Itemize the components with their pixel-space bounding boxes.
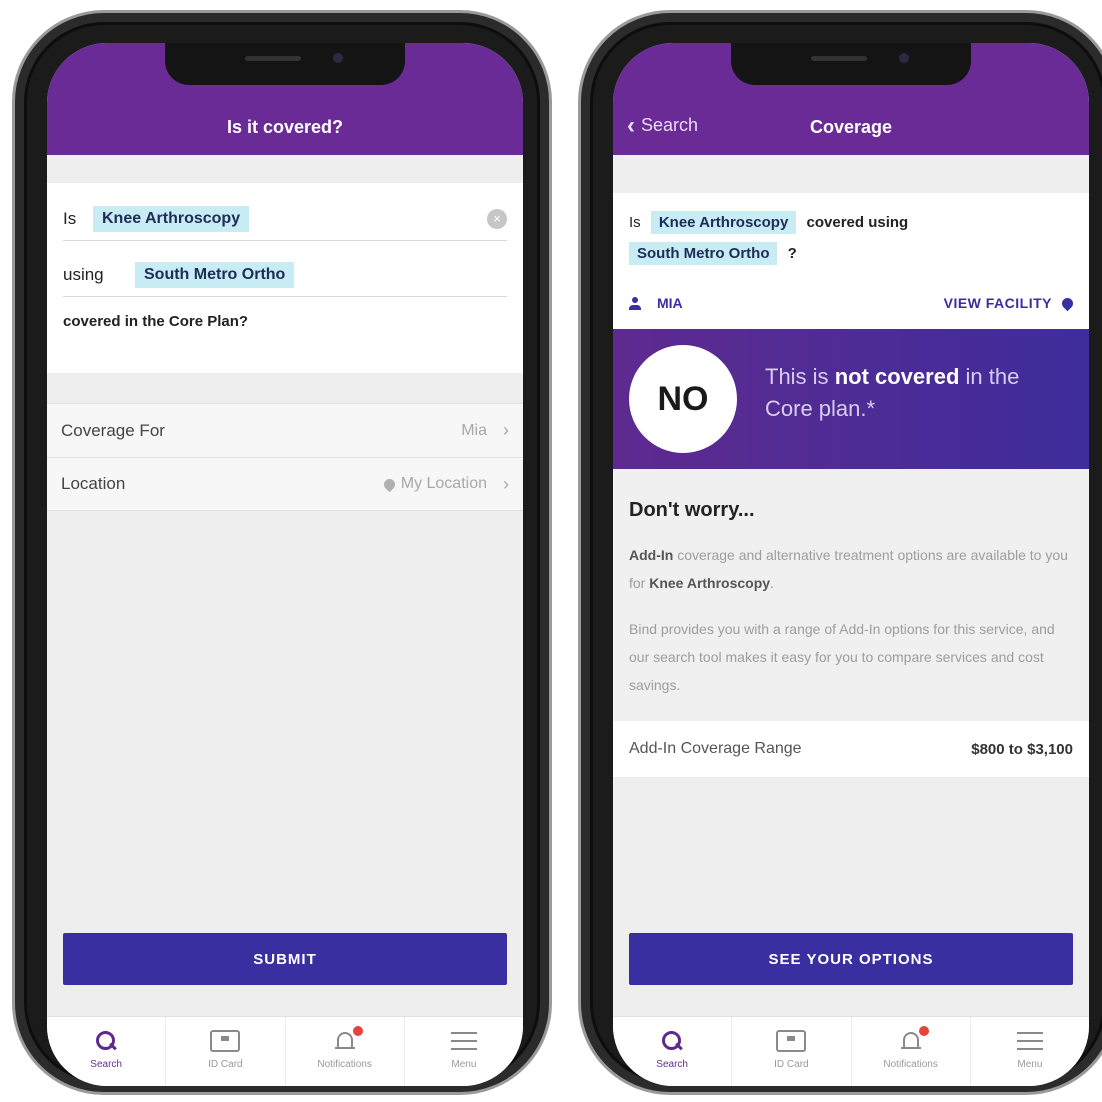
tab-search[interactable]: Search	[47, 1017, 167, 1086]
coverage-for-value-group: Mia ›	[461, 420, 509, 441]
notification-dot	[918, 1026, 929, 1036]
procedure-chip[interactable]: Knee Arthroscopy	[93, 205, 250, 232]
is-label: Is	[629, 214, 641, 231]
location-pin-icon	[381, 476, 398, 492]
see-your-options-button[interactable]: SEE YOUR OPTIONS	[629, 933, 1073, 985]
submit-button[interactable]: SUBMIT	[63, 933, 507, 985]
coverage-verdict-banner: NO This is not covered in the Core plan.…	[613, 329, 1089, 469]
person-icon	[629, 296, 641, 310]
procedure-chip: Knee Arthroscopy	[650, 211, 797, 234]
clear-icon[interactable]: ×	[487, 208, 507, 229]
tab-label: Notifications	[883, 1059, 938, 1070]
member-facility-row: MIA VIEW FACILITY	[629, 295, 1076, 311]
screen-coverage-result: ‹ Search Coverage Is Knee Arthroscopy co…	[613, 43, 1089, 1086]
camera-icon	[333, 53, 343, 63]
id-card-icon	[210, 1030, 241, 1052]
question-suffix: covered in the Core Plan?	[63, 313, 249, 330]
page-title: Coverage	[809, 117, 893, 137]
coverage-for-value: Mia	[461, 421, 487, 439]
search-icon	[96, 1031, 116, 1051]
procedure-field-row[interactable]: Is Knee Arthroscopy ×	[63, 197, 507, 241]
view-facility-link[interactable]: VIEW FACILITY	[943, 295, 1076, 311]
procedure-name: Knee Arthroscopy	[649, 575, 771, 591]
notification-dot	[352, 1026, 363, 1036]
menu-icon	[1016, 1032, 1043, 1050]
camera-icon	[899, 53, 909, 63]
provider-field-row[interactable]: using South Metro Ortho	[63, 253, 507, 297]
coverage-question-form: Is Knee Arthroscopy × using South Metro …	[47, 183, 523, 373]
phone-frame-right: ‹ Search Coverage Is Knee Arthroscopy co…	[578, 10, 1102, 1095]
alternatives-paragraph: Add-In coverage and alternative treatmen…	[629, 541, 1073, 597]
range-label: Add-In Coverage Range	[629, 740, 802, 757]
verdict-pre: This is	[765, 364, 835, 389]
location-value: My Location	[400, 475, 487, 492]
is-label: Is	[63, 208, 77, 228]
verdict-emphasis: not covered	[834, 364, 960, 389]
coverage-range-row: Add-In Coverage Range $800 to $3,100	[613, 721, 1089, 777]
id-card-icon	[776, 1030, 807, 1052]
coverage-for-label: Coverage For	[61, 420, 165, 440]
location-value-group: My Location ›	[381, 473, 509, 495]
tab-menu[interactable]: Menu	[971, 1017, 1089, 1086]
bottom-tab-bar: Search ID Card Notifications Menu	[47, 1016, 523, 1086]
screen-is-it-covered: Is it covered? Is Knee Arthroscopy × usi…	[47, 43, 523, 1086]
p1-end: .	[770, 575, 774, 591]
speaker-grille	[245, 56, 301, 61]
covered-using-text: covered using	[806, 214, 909, 231]
tab-id-card[interactable]: ID Card	[166, 1017, 286, 1086]
chevron-right-icon: ›	[503, 420, 509, 440]
chevron-right-icon: ›	[503, 473, 509, 494]
question-text: Is Knee Arthroscopy covered using South …	[629, 207, 1073, 269]
tab-notifications[interactable]: Notifications	[286, 1017, 405, 1086]
options-paragraph: Bind provides you with a range of Add-In…	[629, 621, 1055, 693]
tab-label: Search	[90, 1059, 122, 1070]
tab-notifications[interactable]: Notifications	[852, 1017, 971, 1086]
tab-search[interactable]: Search	[613, 1017, 733, 1086]
tab-label: ID Card	[208, 1059, 243, 1070]
add-in-term: Add-In	[629, 547, 674, 563]
tab-label: ID Card	[774, 1059, 809, 1070]
location-label: Location	[61, 474, 126, 493]
tab-label: Notifications	[317, 1059, 372, 1070]
phone-notch	[731, 43, 971, 85]
verdict-message: This is not covered in the Core plan.*	[765, 361, 1073, 425]
bottom-tab-bar: Search ID Card Notifications Menu	[613, 1016, 1089, 1086]
search-icon	[662, 1031, 682, 1051]
section-heading: Don't worry...	[629, 499, 755, 521]
tab-label: Menu	[1017, 1059, 1043, 1070]
alternatives-section: Don't worry... Add-In coverage and alter…	[613, 469, 1089, 721]
coverage-for-row[interactable]: Coverage For Mia ›	[47, 403, 523, 457]
tab-label: Search	[656, 1059, 688, 1070]
view-facility-label: VIEW FACILITY	[943, 295, 1052, 311]
coverage-question-summary: Is Knee Arthroscopy covered using South …	[613, 193, 1089, 329]
tab-id-card[interactable]: ID Card	[732, 1017, 852, 1086]
provider-chip: South Metro Ortho	[629, 242, 778, 265]
member-name[interactable]: MIA	[657, 295, 683, 311]
phone-notch	[165, 43, 405, 85]
bell-icon	[900, 1026, 929, 1052]
speaker-grille	[811, 56, 867, 61]
tab-menu[interactable]: Menu	[405, 1017, 523, 1086]
bell-icon	[334, 1026, 363, 1052]
location-row[interactable]: Location My Location ›	[47, 457, 523, 511]
range-value: $800 to $3,100	[971, 740, 1073, 758]
tab-label: Menu	[451, 1059, 477, 1070]
phone-frame-left: Is it covered? Is Knee Arthroscopy × usi…	[12, 10, 552, 1095]
verdict-badge: NO	[629, 345, 737, 453]
provider-chip[interactable]: South Metro Ortho	[135, 261, 295, 288]
page-title: Is it covered?	[226, 117, 344, 137]
using-label: using	[63, 264, 104, 284]
question-mark: ?	[787, 245, 797, 262]
location-pin-icon	[1059, 295, 1076, 311]
menu-icon	[450, 1032, 477, 1050]
